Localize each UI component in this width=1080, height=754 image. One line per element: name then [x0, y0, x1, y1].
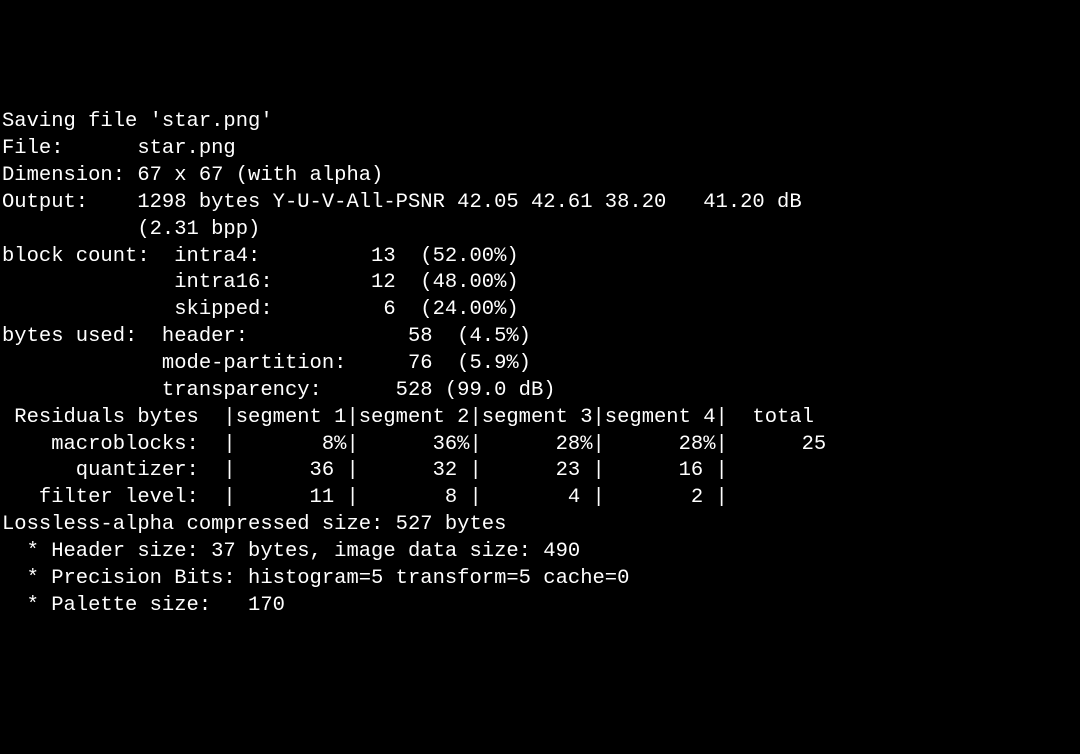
- line-residuals-header: Residuals bytes |segment 1|segment 2|seg…: [2, 406, 814, 429]
- line-block-skipped: skipped: 6 (24.00%): [2, 298, 519, 321]
- line-header-size: * Header size: 37 bytes, image data size…: [2, 540, 580, 563]
- line-macroblocks: macroblocks: | 8%| 36%| 28%| 28%| 25: [2, 433, 826, 456]
- line-saving: Saving file 'star.png': [2, 110, 273, 133]
- terminal-output: Saving file 'star.png' File: star.png Di…: [0, 107, 1080, 619]
- line-bpp: (2.31 bpp): [2, 218, 260, 241]
- line-bytes-header: bytes used: header: 58 (4.5%): [2, 325, 531, 348]
- line-block-intra4: block count: intra4: 13 (52.00%): [2, 245, 519, 268]
- line-block-intra16: intra16: 12 (48.00%): [2, 271, 519, 294]
- line-file: File: star.png: [2, 137, 236, 160]
- line-quantizer: quantizer: | 36 | 32 | 23 | 16 |: [2, 459, 728, 482]
- line-filter-level: filter level: | 11 | 8 | 4 | 2 |: [2, 486, 728, 509]
- line-output: Output: 1298 bytes Y-U-V-All-PSNR 42.05 …: [2, 191, 802, 214]
- line-bytes-transparency: transparency: 528 (99.0 dB): [2, 379, 556, 402]
- line-palette: * Palette size: 170: [2, 594, 285, 617]
- line-precision: * Precision Bits: histogram=5 transform=…: [2, 567, 629, 590]
- line-lossless: Lossless-alpha compressed size: 527 byte…: [2, 513, 506, 536]
- line-dimension: Dimension: 67 x 67 (with alpha): [2, 164, 383, 187]
- line-bytes-mode: mode-partition: 76 (5.9%): [2, 352, 531, 375]
